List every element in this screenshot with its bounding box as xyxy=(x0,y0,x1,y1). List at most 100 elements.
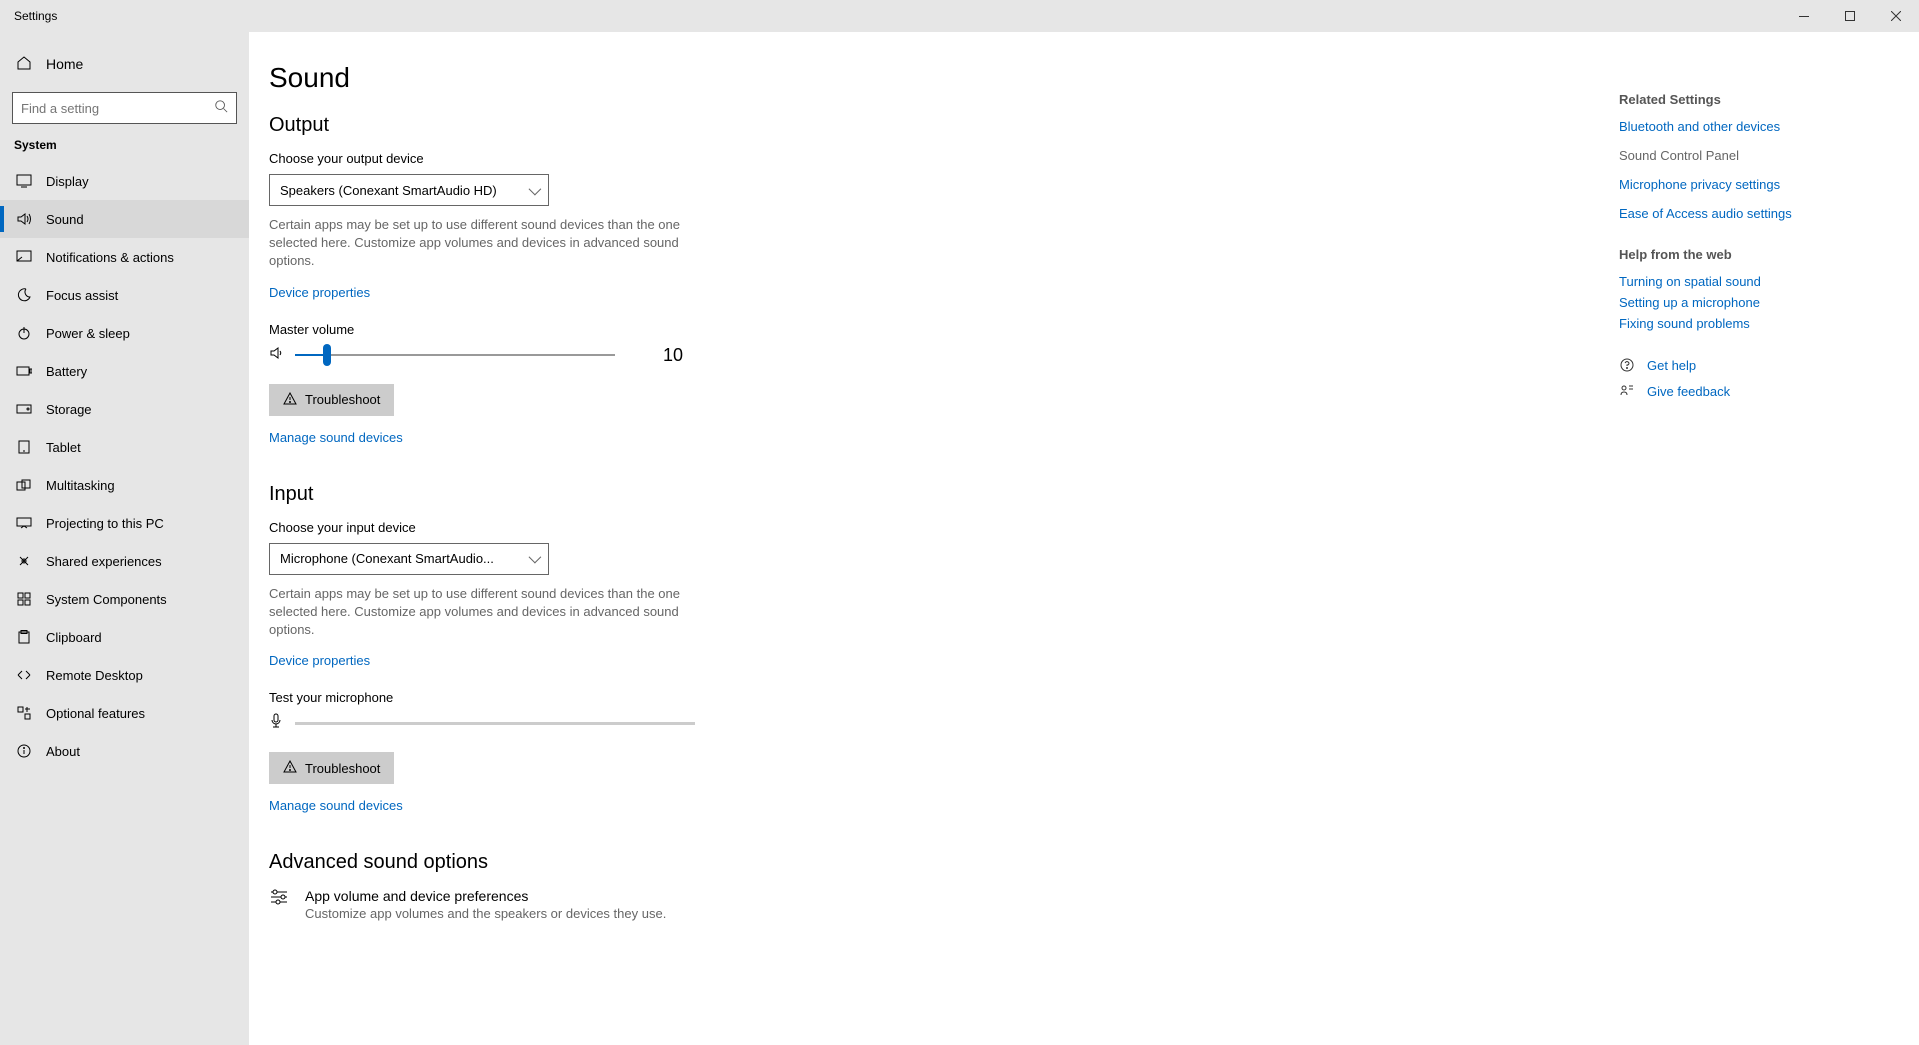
nav-tablet[interactable]: Tablet xyxy=(0,428,249,466)
troubleshoot-label: Troubleshoot xyxy=(305,392,380,407)
titlebar: Settings xyxy=(0,0,1919,32)
components-icon xyxy=(16,592,32,606)
nav-notifications[interactable]: Notifications & actions xyxy=(0,238,249,276)
give-feedback-label: Give feedback xyxy=(1647,384,1730,399)
output-device-properties-link[interactable]: Device properties xyxy=(269,285,370,300)
app-volume-preferences[interactable]: App volume and device preferences Custom… xyxy=(269,888,1029,921)
output-device-dropdown[interactable]: Speakers (Conexant SmartAudio HD) xyxy=(269,174,549,206)
nav-clipboard[interactable]: Clipboard xyxy=(0,618,249,656)
window-title: Settings xyxy=(14,9,57,23)
nav-label: Focus assist xyxy=(46,288,118,303)
master-volume-slider[interactable] xyxy=(295,354,615,356)
battery-icon xyxy=(16,366,32,376)
search-input[interactable] xyxy=(12,92,237,124)
nav-label: Display xyxy=(46,174,89,189)
nav-label: Optional features xyxy=(46,706,145,721)
home-label: Home xyxy=(46,56,83,72)
power-icon xyxy=(16,326,32,340)
microphone-icon xyxy=(269,713,283,734)
volume-icon[interactable] xyxy=(269,346,285,365)
search-icon xyxy=(214,99,228,118)
advanced-item-subtitle: Customize app volumes and the speakers o… xyxy=(305,906,666,921)
nav-about[interactable]: About xyxy=(0,732,249,770)
advanced-heading: Advanced sound options xyxy=(269,851,1029,874)
help-link-spatial-sound[interactable]: Turning on spatial sound xyxy=(1619,274,1879,289)
nav-sound[interactable]: Sound xyxy=(0,200,249,238)
close-button[interactable] xyxy=(1873,0,1919,32)
nav-storage[interactable]: Storage xyxy=(0,390,249,428)
multitasking-icon xyxy=(16,479,32,491)
output-device-label: Choose your output device xyxy=(269,151,1029,166)
nav-label: Projecting to this PC xyxy=(46,516,164,531)
output-description: Certain apps may be set up to use differ… xyxy=(269,216,709,271)
related-link-ease-of-access[interactable]: Ease of Access audio settings xyxy=(1619,206,1879,221)
shared-icon xyxy=(16,554,32,568)
nav-shared-experiences[interactable]: Shared experiences xyxy=(0,542,249,580)
chevron-down-icon xyxy=(529,183,538,198)
nav-label: Tablet xyxy=(46,440,81,455)
clipboard-icon xyxy=(16,630,32,644)
nav-optional-features[interactable]: Optional features xyxy=(0,694,249,732)
nav-label: Battery xyxy=(46,364,87,379)
input-device-selected: Microphone (Conexant SmartAudio... xyxy=(280,551,494,566)
output-troubleshoot-button[interactable]: Troubleshoot xyxy=(269,384,394,416)
related-link-sound-control-panel[interactable]: Sound Control Panel xyxy=(1619,148,1879,163)
input-device-label: Choose your input device xyxy=(269,520,1029,535)
sidebar-category: System xyxy=(0,138,249,162)
related-link-microphone-privacy[interactable]: Microphone privacy settings xyxy=(1619,177,1879,192)
nav-system-components[interactable]: System Components xyxy=(0,580,249,618)
nav-multitasking[interactable]: Multitasking xyxy=(0,466,249,504)
get-help-link[interactable]: Get help xyxy=(1619,357,1879,373)
window-controls xyxy=(1781,0,1919,32)
nav-power-sleep[interactable]: Power & sleep xyxy=(0,314,249,352)
master-volume-label: Master volume xyxy=(269,322,1029,337)
troubleshoot-label: Troubleshoot xyxy=(305,761,380,776)
chevron-down-icon xyxy=(529,551,538,566)
nav-remote-desktop[interactable]: Remote Desktop xyxy=(0,656,249,694)
microphone-level-bar xyxy=(295,722,695,725)
search-field[interactable] xyxy=(21,101,214,116)
help-from-web-heading: Help from the web xyxy=(1619,247,1879,262)
output-manage-link[interactable]: Manage sound devices xyxy=(269,430,403,445)
storage-icon xyxy=(16,404,32,414)
nav-label: Power & sleep xyxy=(46,326,130,341)
output-device-selected: Speakers (Conexant SmartAudio HD) xyxy=(280,183,497,198)
home-icon xyxy=(16,55,32,74)
sound-icon xyxy=(16,212,32,226)
nav-focus-assist[interactable]: Focus assist xyxy=(0,276,249,314)
help-link-setup-microphone[interactable]: Setting up a microphone xyxy=(1619,295,1879,310)
nav-label: Clipboard xyxy=(46,630,102,645)
nav-label: About xyxy=(46,744,80,759)
page-title: Sound xyxy=(269,62,1029,94)
nav-label: Storage xyxy=(46,402,92,417)
optional-features-icon xyxy=(16,706,32,720)
maximize-button[interactable] xyxy=(1827,0,1873,32)
advanced-item-title: App volume and device preferences xyxy=(305,888,666,904)
nav-projecting[interactable]: Projecting to this PC xyxy=(0,504,249,542)
related-link-bluetooth[interactable]: Bluetooth and other devices xyxy=(1619,119,1879,134)
sliders-icon xyxy=(269,888,289,911)
related-settings-heading: Related Settings xyxy=(1619,92,1879,107)
help-link-fix-sound[interactable]: Fixing sound problems xyxy=(1619,316,1879,331)
output-heading: Output xyxy=(269,114,1029,137)
minimize-button[interactable] xyxy=(1781,0,1827,32)
warning-icon xyxy=(283,760,297,776)
master-volume-value: 10 xyxy=(663,345,683,366)
nav-label: System Components xyxy=(46,592,167,607)
projecting-icon xyxy=(16,517,32,529)
nav-label: Multitasking xyxy=(46,478,115,493)
nav-display[interactable]: Display xyxy=(0,162,249,200)
input-device-dropdown[interactable]: Microphone (Conexant SmartAudio... xyxy=(269,543,549,575)
input-troubleshoot-button[interactable]: Troubleshoot xyxy=(269,752,394,784)
input-description: Certain apps may be set up to use differ… xyxy=(269,585,709,640)
input-device-properties-link[interactable]: Device properties xyxy=(269,653,370,668)
display-icon xyxy=(16,174,32,188)
nav-battery[interactable]: Battery xyxy=(0,352,249,390)
notifications-icon xyxy=(16,250,32,264)
about-icon xyxy=(16,744,32,758)
home-button[interactable]: Home xyxy=(0,44,249,84)
input-manage-link[interactable]: Manage sound devices xyxy=(269,798,403,813)
nav-label: Remote Desktop xyxy=(46,668,143,683)
give-feedback-link[interactable]: Give feedback xyxy=(1619,383,1879,399)
get-help-label: Get help xyxy=(1647,358,1696,373)
